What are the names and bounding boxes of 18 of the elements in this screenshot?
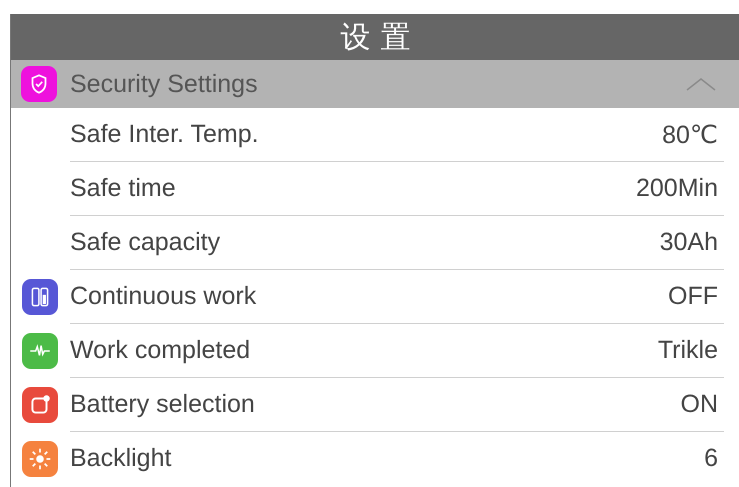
- setting-value: 30Ah: [660, 228, 718, 257]
- setting-label: Continuous work: [70, 282, 256, 311]
- setting-label: Safe Inter. Temp.: [70, 120, 259, 149]
- setting-label: Backlight: [70, 444, 172, 473]
- setting-label: Work completed: [70, 336, 250, 365]
- setting-value: ON: [680, 390, 718, 419]
- setting-label: Battery selection: [70, 390, 255, 419]
- section-label: Security Settings: [70, 70, 259, 98]
- setting-value: 200Min: [636, 174, 718, 203]
- setting-value: 6: [704, 444, 718, 473]
- setting-value: OFF: [668, 282, 718, 311]
- screen-title: 设 置: [340, 18, 410, 56]
- setting-value: Trikle: [658, 336, 718, 365]
- setting-label: Safe capacity: [70, 228, 220, 257]
- chevron-up-icon: [686, 77, 716, 91]
- setting-value: 80℃: [662, 120, 718, 150]
- section-header[interactable]: Security Settings: [11, 60, 739, 108]
- setting-label: Safe time: [70, 174, 176, 203]
